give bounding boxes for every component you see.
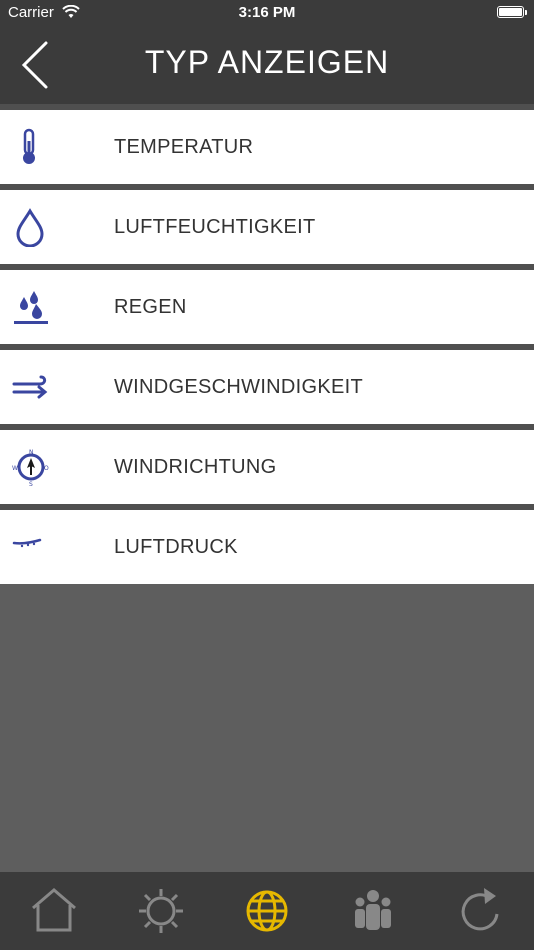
tab-people[interactable] — [346, 884, 400, 938]
thermometer-icon — [23, 128, 35, 164]
rain-icon — [14, 291, 48, 324]
list-item-label: REGEN — [114, 296, 187, 318]
list-item-luftfeuchtigkeit[interactable]: LUFTFEUCHTIGKEIT — [0, 190, 534, 264]
tab-refresh[interactable] — [453, 884, 507, 938]
list-item-windgeschwindigkeit[interactable]: WINDGESCHWINDIGKEIT — [0, 350, 534, 424]
status-time: 3:16 PM — [238, 4, 296, 21]
status-bar: Carrier 3:16 PM — [0, 0, 534, 28]
tab-home[interactable] — [27, 884, 81, 938]
list-item-label: WINDRICHTUNG — [114, 456, 277, 478]
list-item-windrichtung[interactable]: N W O S WINDRICHTUNG — [0, 430, 534, 504]
svg-text:N: N — [29, 449, 34, 456]
page-title: TYP ANZEIGEN — [144, 44, 390, 80]
svg-text:W: W — [12, 465, 18, 472]
header: Carrier 3:16 PM TYP ANZEIGEN — [0, 0, 534, 104]
list-item-luftdruck[interactable]: LUFTDRUCK — [0, 510, 534, 584]
list-item-label: LUFTFEUCHTIGKEIT — [114, 216, 316, 238]
list-item-label: LUFTDRUCK — [114, 536, 238, 558]
svg-text:S: S — [29, 481, 33, 487]
tab-globe[interactable] — [240, 884, 294, 938]
drop-icon — [16, 208, 44, 247]
compass-icon: N W O S — [12, 449, 49, 487]
type-list: TEMPERATUR LUFTFEUCHTIGKEIT REGEN WINDGE… — [0, 104, 534, 584]
svg-text:O: O — [44, 465, 49, 472]
list-item-label: TEMPERATUR — [114, 136, 254, 158]
tab-settings[interactable] — [134, 884, 188, 938]
pressure-icon — [12, 538, 42, 548]
list-item-temperatur[interactable]: TEMPERATUR — [0, 110, 534, 184]
list-item-label: WINDGESCHWINDIGKEIT — [114, 376, 364, 398]
wind-icon — [12, 375, 48, 399]
battery-icon — [497, 6, 527, 18]
tab-bar — [0, 872, 534, 950]
list-item-regen[interactable]: REGEN — [0, 270, 534, 344]
